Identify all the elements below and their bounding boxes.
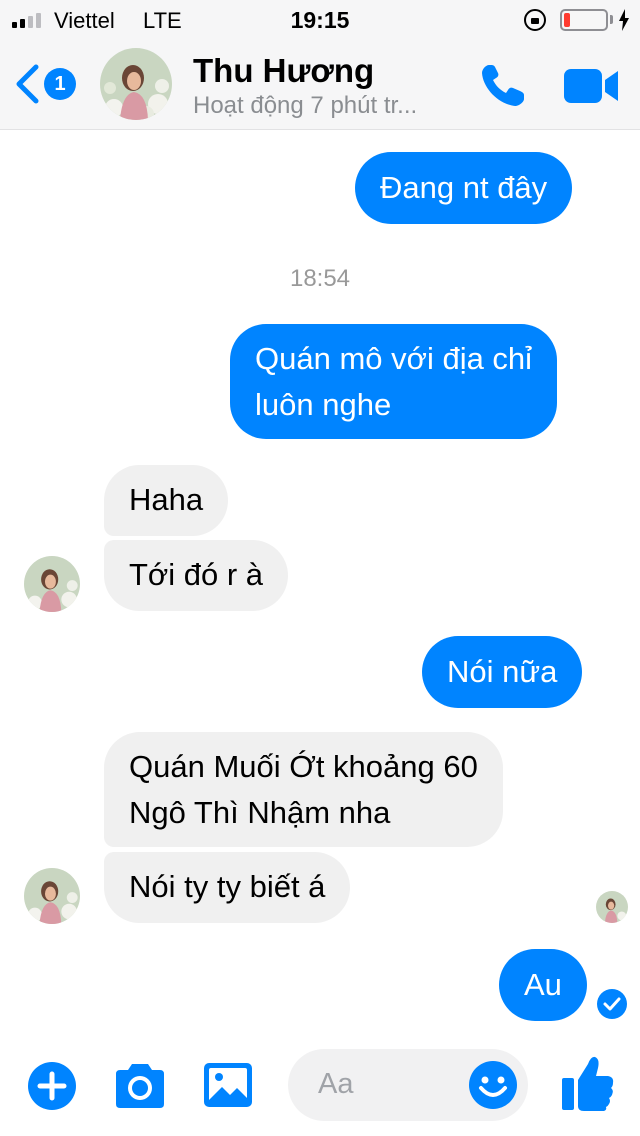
thumbs-up-icon	[562, 1056, 614, 1111]
battery-icon	[560, 9, 608, 31]
seen-by-avatar	[596, 891, 628, 923]
message-input[interactable]: Aa	[288, 1049, 528, 1121]
plus-icon	[28, 1062, 76, 1110]
message-bubble-incoming[interactable]: Nói ty ty biết á	[104, 852, 351, 923]
contact-avatar[interactable]	[100, 48, 172, 120]
message-line: Quán Muối Ớt khoảng 60	[129, 749, 478, 784]
unread-count-badge: 1	[44, 68, 76, 100]
voice-call-button[interactable]	[478, 62, 528, 110]
emoji-icon	[469, 1061, 517, 1109]
emoji-button[interactable]	[468, 1060, 518, 1110]
message-bubble-outgoing[interactable]: Đang nt đây	[355, 152, 573, 224]
sender-avatar[interactable]	[24, 868, 80, 924]
message-line: luôn nghe	[255, 387, 392, 422]
video-call-button[interactable]	[562, 66, 620, 106]
message-line: Quán mô với địa chỉ	[255, 341, 533, 376]
charging-bolt-icon	[619, 9, 629, 31]
message-bubble-outgoing[interactable]: Nói nữa	[422, 636, 583, 708]
image-icon	[204, 1063, 252, 1107]
like-button[interactable]	[558, 1052, 618, 1114]
contact-active-status: Hoạt động 7 phút tr...	[193, 92, 418, 119]
delivered-check-icon	[597, 989, 627, 1019]
phone-icon	[482, 65, 524, 106]
message-timestamp: 18:54	[289, 265, 351, 292]
rotation-lock-icon	[524, 9, 546, 31]
message-bubble-outgoing[interactable]: Au	[499, 949, 587, 1021]
camera-button[interactable]	[112, 1062, 168, 1110]
message-line: Ngô Thì Nhậm nha	[129, 795, 391, 830]
conversation-header: 1 Thu Hương Hoạt động 7 phút tr...	[0, 40, 640, 130]
back-button[interactable]: 1	[14, 62, 84, 108]
message-bubble-incoming[interactable]: Tới đó r à	[104, 540, 289, 611]
video-camera-icon	[564, 69, 618, 103]
status-bar: Viettel LTE 19:15	[0, 0, 640, 40]
message-bubble-outgoing[interactable]: Quán mô với địa chỉ luôn nghe	[230, 324, 558, 439]
message-bubble-incoming[interactable]: Quán Muối Ớt khoảng 60 Ngô Thì Nhậm nha	[104, 732, 503, 847]
message-input-placeholder: Aa	[318, 1068, 354, 1100]
camera-icon	[116, 1064, 164, 1108]
message-composer: Aa	[0, 1040, 640, 1136]
gallery-button[interactable]	[202, 1060, 254, 1110]
contact-name[interactable]: Thu Hương	[193, 52, 374, 90]
sender-avatar[interactable]	[24, 556, 80, 612]
battery-tip	[610, 15, 613, 24]
more-actions-button[interactable]	[27, 1061, 77, 1111]
message-bubble-incoming[interactable]: Haha	[104, 465, 229, 536]
battery-level	[564, 13, 570, 27]
back-chevron-icon	[16, 64, 39, 104]
